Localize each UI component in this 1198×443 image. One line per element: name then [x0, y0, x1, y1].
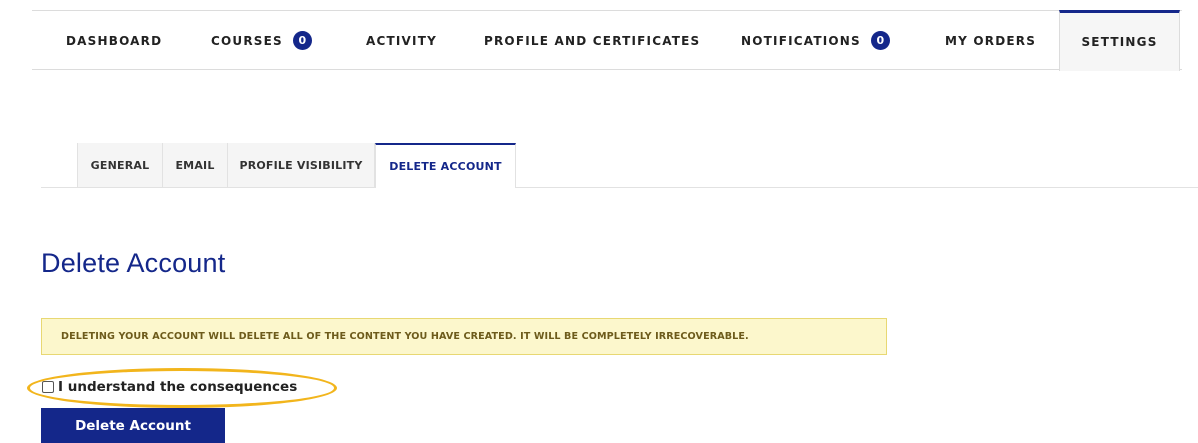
tab-general[interactable]: GENERAL [77, 143, 163, 187]
nav-dashboard[interactable]: DASHBOARD [66, 11, 162, 70]
tab-profile-visibility-label: PROFILE VISIBILITY [239, 158, 363, 172]
confirm-consequences-label[interactable]: I understand the consequences [58, 379, 297, 395]
nav-activity-label: ACTIVITY [366, 33, 437, 48]
delete-account-button[interactable]: Delete Account [41, 408, 225, 443]
nav-courses[interactable]: COURSES 0 [211, 11, 312, 70]
nav-my-orders-label: MY ORDERS [945, 33, 1037, 48]
tab-profile-visibility[interactable]: PROFILE VISIBILITY [228, 143, 375, 187]
nav-courses-label: COURSES [211, 33, 283, 48]
confirm-consequences-row[interactable]: I understand the consequences [42, 377, 297, 397]
warning-text: DELETING YOUR ACCOUNT WILL DELETE ALL OF… [61, 331, 749, 342]
tab-delete-account[interactable]: DELETE ACCOUNT [375, 143, 516, 188]
tab-general-label: GENERAL [90, 158, 150, 172]
tab-email-label: EMAIL [175, 158, 215, 172]
page-title: Delete Account [41, 248, 226, 278]
warning-alert: DELETING YOUR ACCOUNT WILL DELETE ALL OF… [41, 318, 887, 355]
checkbox-icon[interactable] [42, 381, 54, 393]
nav-settings-label: SETTINGS [1081, 35, 1158, 49]
nav-profile-certificates-label: PROFILE AND CERTIFICATES [484, 33, 701, 48]
tab-email[interactable]: EMAIL [163, 143, 228, 187]
settings-page: DASHBOARD COURSES 0 ACTIVITY PROFILE AND… [0, 0, 1198, 443]
nav-settings[interactable]: SETTINGS [1059, 10, 1180, 71]
tab-delete-account-label: DELETE ACCOUNT [389, 160, 502, 173]
notifications-count-badge: 0 [870, 31, 890, 50]
nav-notifications-label: NOTIFICATIONS [741, 33, 861, 48]
nav-activity[interactable]: ACTIVITY [366, 11, 437, 70]
courses-count-badge: 0 [292, 31, 312, 50]
nav-dashboard-label: DASHBOARD [66, 33, 163, 48]
nav-my-orders[interactable]: MY ORDERS [945, 11, 1036, 70]
settings-sub-tabs: GENERAL EMAIL PROFILE VISIBILITY DELETE … [41, 143, 1198, 188]
nav-profile-certificates[interactable]: PROFILE AND CERTIFICATES [484, 11, 700, 70]
nav-notifications[interactable]: NOTIFICATIONS 0 [741, 11, 890, 70]
main-nav: DASHBOARD COURSES 0 ACTIVITY PROFILE AND… [32, 10, 1182, 71]
